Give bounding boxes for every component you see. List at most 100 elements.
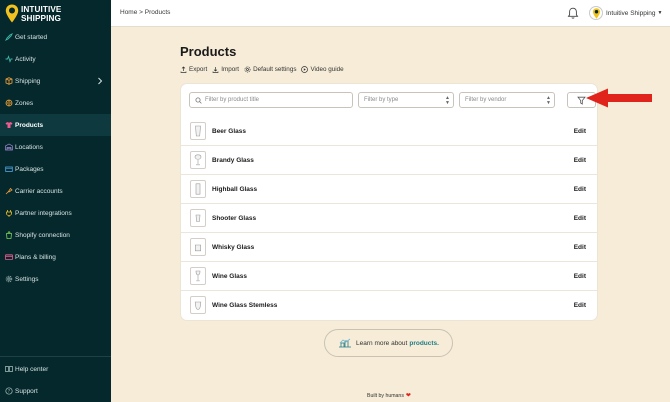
import-button[interactable]: Import [212,66,239,73]
sidebar-item-shopify-connection[interactable]: Shopify connection [0,224,111,246]
table-row[interactable]: Highball Glass Edit [181,175,597,204]
package-icon [4,165,13,174]
edit-link[interactable]: Edit [574,157,586,164]
edit-link[interactable]: Edit [574,244,586,251]
products-card: Filter by product title Filter by type ▲… [181,84,597,320]
import-icon [212,67,219,73]
brand-name-line2: SHIPPING [21,13,61,23]
shirt-icon [4,121,13,130]
learn-more-button[interactable]: Learn more about products. [324,329,453,357]
edit-link[interactable]: Edit [574,273,586,280]
sidebar-item-packages[interactable]: Packages [0,158,111,180]
beer-glass-icon [195,125,201,137]
product-thumbnail [190,122,206,140]
sidebar-item-label: Support [15,387,38,395]
edit-link[interactable]: Edit [574,186,586,193]
shipping-icon [4,77,13,86]
product-name[interactable]: Shooter Glass [212,215,256,222]
sidebar-item-shipping[interactable]: Shipping [0,70,111,92]
filter-bar: Filter by product title Filter by type ▲… [189,92,596,108]
account-avatar [589,6,603,20]
sidebar-divider [0,356,111,357]
carrier-icon [4,187,13,196]
export-button[interactable]: Export [180,66,207,73]
sidebar-item-locations[interactable]: Locations [0,136,111,158]
brand-logo[interactable]: INTUITIVE SHIPPING [5,4,105,26]
rocket-icon [4,33,13,42]
table-row[interactable]: Wine Glass Edit [181,262,597,291]
search-icon [195,97,202,104]
product-thumbnail [190,180,206,198]
stemless-wine-glass-icon [194,301,202,310]
product-name[interactable]: Brandy Glass [212,157,254,164]
sidebar-item-products[interactable]: Products [0,114,111,136]
sidebar-item-label: Shipping [15,77,41,85]
sidebar-item-partner-integrations[interactable]: Partner integrations [0,202,111,224]
chevron-right-icon [98,77,103,85]
footer-text: Built by humans [367,392,404,399]
gear-icon [4,275,13,284]
product-title-filter-input[interactable]: Filter by product title [189,92,353,108]
sidebar-item-label: Zones [15,99,34,107]
product-name[interactable]: Highball Glass [212,186,257,193]
sidebar-item-plans-billing[interactable]: Plans & billing [0,246,111,268]
product-name[interactable]: Beer Glass [212,128,246,135]
type-filter-select[interactable]: Filter by type ▲ ▼ [358,92,454,108]
table-row[interactable]: Brandy Glass Edit [181,146,597,175]
product-thumbnail [190,267,206,285]
sidebar-item-label: Locations [15,143,43,151]
account-name: Intuitive Shipping [606,9,656,17]
sidebar-item-get-started[interactable]: Get started [0,26,111,48]
sidebar-item-support[interactable]: ? Support [0,380,111,402]
help-icon: ? [4,387,13,396]
bell-icon[interactable] [567,7,579,20]
product-name[interactable]: Whisky Glass [212,244,254,251]
edit-link[interactable]: Edit [574,215,586,222]
default-settings-label: Default settings [253,66,297,73]
location-pin-icon [5,4,19,23]
export-icon [180,66,187,73]
select-arrows-icon: ▲ ▼ [445,95,450,106]
table-row[interactable]: Whisky Glass Edit [181,233,597,262]
sidebar-item-settings[interactable]: Settings [0,268,111,290]
location-pin-icon [592,7,600,19]
billing-icon [4,253,13,262]
video-guide-button[interactable]: Video guide [301,66,344,73]
sidebar-item-zones[interactable]: Zones [0,92,111,114]
breadcrumb[interactable]: Home > Products [120,9,170,16]
heart-icon: ❤ [405,393,411,399]
sidebar-item-label: Products [15,121,44,129]
page-title: Products [180,44,237,59]
product-thumbnail [190,238,206,256]
sidebar-item-label: Carrier accounts [15,187,63,195]
brandy-glass-icon [194,154,202,166]
table-row[interactable]: Wine Glass Stemless Edit [181,291,597,320]
product-name[interactable]: Wine Glass Stemless [212,302,277,309]
search-placeholder: Filter by product title [205,97,260,103]
sidebar-item-activity[interactable]: Activity [0,48,111,70]
type-filter-placeholder: Filter by type [364,97,399,103]
gear-icon [244,66,251,73]
select-arrows-icon: ▲ ▼ [546,95,551,106]
table-row[interactable]: Beer Glass Edit [181,117,597,146]
product-name[interactable]: Wine Glass [212,273,247,280]
page-actions: Export Import Default settings Video gui… [180,66,349,73]
sidebar-item-help-center[interactable]: Help center [0,358,111,380]
sidebar-item-label: Plans & billing [15,253,56,261]
sidebar-item-carrier-accounts[interactable]: Carrier accounts [0,180,111,202]
product-thumbnail [190,151,206,169]
shooter-glass-icon [195,214,201,222]
learn-more-link[interactable]: products. [409,340,439,347]
shopify-icon [4,231,13,240]
chevron-down-icon: ▼ [657,10,663,16]
account-menu[interactable]: Intuitive Shipping ▼ [589,4,667,22]
default-settings-button[interactable]: Default settings [244,66,296,73]
arrow-annotation-icon [586,88,652,108]
play-icon [301,66,309,73]
table-row[interactable]: Shooter Glass Edit [181,204,597,233]
edit-link[interactable]: Edit [574,128,586,135]
edit-link[interactable]: Edit [574,302,586,309]
activity-icon [4,55,13,64]
vendor-filter-select[interactable]: Filter by vendor ▲ ▼ [459,92,555,108]
sidebar-item-label: Help center [15,365,49,373]
